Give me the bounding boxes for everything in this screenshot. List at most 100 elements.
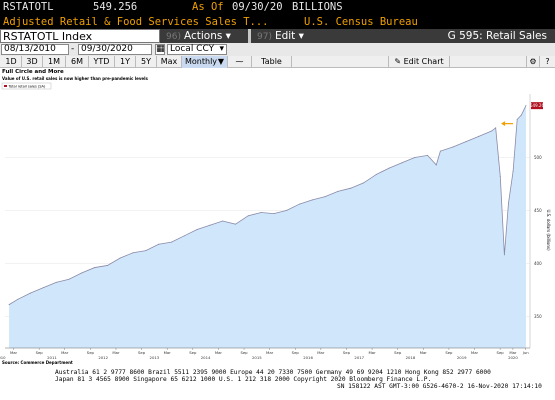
data-point bbox=[435, 164, 437, 166]
x-tick-label: Sep bbox=[240, 350, 248, 355]
settings-icon[interactable]: ⚙ bbox=[526, 56, 540, 68]
data-point bbox=[520, 114, 522, 116]
x-tick-label: Sep bbox=[394, 350, 402, 355]
data-point bbox=[350, 187, 352, 189]
edit-menu[interactable]: 97) Edit ▾ bbox=[251, 29, 311, 43]
data-point bbox=[209, 224, 211, 226]
x-tick-label: Sep bbox=[189, 350, 197, 355]
page-title: G 595: Retail Sales bbox=[311, 29, 555, 43]
range-max-button[interactable]: Max bbox=[157, 56, 182, 68]
pencil-icon: ✎ bbox=[394, 57, 402, 66]
range-3d-button[interactable]: 3D bbox=[22, 56, 43, 68]
range-1d-button[interactable]: 1D bbox=[1, 56, 22, 68]
x-tick-label: Sep bbox=[138, 350, 146, 355]
x-year-label: 2013 bbox=[150, 355, 160, 360]
source-note: Source: Commerce Department bbox=[2, 360, 73, 365]
range-1y-button[interactable]: 1Y bbox=[115, 56, 136, 68]
range-toolbar: 1D 3D 1M 6M YTD 1Y 5Y Max Monthly ▼ ⁓ Tab… bbox=[0, 56, 555, 68]
data-point bbox=[452, 146, 454, 148]
data-point bbox=[132, 252, 134, 254]
x-year-label: 2020 bbox=[508, 355, 518, 360]
data-point bbox=[81, 272, 83, 274]
x-tick-label: Sep bbox=[497, 350, 505, 355]
data-point bbox=[525, 105, 527, 107]
edit-chart-button[interactable]: ✎ Edit Chart bbox=[388, 56, 450, 68]
x-year-label: 2018 bbox=[406, 355, 416, 360]
x-year-label: 2017 bbox=[354, 355, 364, 360]
data-point bbox=[17, 298, 19, 300]
x-year-label: 2015 bbox=[252, 355, 262, 360]
x-tick-label: Jun bbox=[522, 350, 530, 355]
x-year-label: 2012 bbox=[98, 355, 108, 360]
data-point bbox=[375, 173, 377, 175]
data-point bbox=[158, 243, 160, 245]
data-point bbox=[299, 203, 301, 205]
chart-panel: Full Circle and More Value of U.S. retai… bbox=[0, 68, 555, 368]
x-year-label: 2014 bbox=[201, 355, 211, 360]
data-point bbox=[495, 127, 497, 129]
sales-area bbox=[9, 105, 526, 348]
blank-toolbar-space bbox=[292, 56, 392, 68]
currency-select[interactable]: Local CCY ▾ bbox=[167, 44, 227, 55]
start-date-field[interactable]: 08/13/2010 bbox=[1, 44, 69, 55]
x-tick-label: Sep bbox=[445, 350, 453, 355]
data-point bbox=[478, 135, 480, 137]
security-header-line: RSTATOTL 549.256 As Of 09/30/20 BILLIONS bbox=[0, 0, 555, 15]
data-point bbox=[106, 264, 108, 266]
x-tick-label: Mar bbox=[317, 350, 325, 355]
legend-swatch bbox=[4, 85, 7, 87]
data-point bbox=[222, 220, 224, 222]
range-ytd-button[interactable]: YTD bbox=[89, 56, 115, 68]
line-chart-icon[interactable]: ⁓ bbox=[228, 56, 252, 68]
table-button[interactable]: Table bbox=[252, 56, 292, 68]
x-tick-label: Sep bbox=[343, 350, 351, 355]
data-point bbox=[427, 154, 429, 156]
x-tick-label: Mar bbox=[420, 350, 428, 355]
y-tick-label: 400 bbox=[534, 261, 542, 266]
data-point bbox=[68, 278, 70, 280]
data-point bbox=[183, 235, 185, 237]
help-icon[interactable]: ? bbox=[540, 56, 555, 68]
data-point bbox=[507, 202, 509, 204]
data-source: U.S. Census Bureau bbox=[304, 16, 418, 28]
x-tick-label: Mar bbox=[368, 350, 376, 355]
security-description: Adjusted Retail & Food Services Sales T.… bbox=[3, 16, 269, 28]
description-line: Adjusted Retail & Food Services Sales T.… bbox=[0, 15, 555, 30]
legend-label: Total retail sales (SA) bbox=[8, 85, 46, 89]
data-point bbox=[491, 130, 493, 132]
data-point bbox=[94, 267, 96, 269]
data-point bbox=[286, 209, 288, 211]
x-tick-label: Sep bbox=[36, 350, 44, 355]
retail-sales-chart: Full Circle and More Value of U.S. retai… bbox=[0, 69, 551, 365]
data-point bbox=[55, 281, 57, 283]
chevron-down-icon: ▾ bbox=[225, 30, 231, 42]
x-tick-label: Sep bbox=[292, 350, 300, 355]
data-point bbox=[337, 190, 339, 192]
data-point bbox=[465, 141, 467, 143]
security-field[interactable]: RSTATOTL Index bbox=[0, 29, 160, 43]
chart-title: Full Circle and More bbox=[2, 69, 64, 75]
calendar-icon[interactable]: ▦ bbox=[155, 44, 165, 55]
x-year-label: 2016 bbox=[303, 355, 313, 360]
data-point bbox=[516, 118, 518, 120]
x-tick-label: Mar bbox=[112, 350, 120, 355]
range-5y-button[interactable]: 5Y bbox=[136, 56, 157, 68]
y-tick-label: 450 bbox=[534, 208, 542, 213]
actions-menu[interactable]: 96) Actions ▾ bbox=[160, 29, 248, 43]
x-tick-label: Mar bbox=[61, 350, 69, 355]
data-point bbox=[260, 212, 262, 214]
end-date-field[interactable]: 09/30/2020 bbox=[78, 44, 152, 55]
chevron-down-icon: ▾ bbox=[219, 44, 224, 54]
data-point bbox=[388, 167, 390, 169]
range-dash: - bbox=[71, 44, 75, 54]
ticker-code: RSTATOTL bbox=[3, 1, 54, 13]
range-1m-button[interactable]: 1M bbox=[43, 56, 66, 68]
x-tick-label: Sep bbox=[87, 350, 95, 355]
chevron-down-icon: ▾ bbox=[298, 30, 304, 42]
data-point bbox=[324, 196, 326, 198]
as-of-label: As Of bbox=[192, 1, 224, 13]
frequency-select[interactable]: Monthly ▼ bbox=[182, 56, 228, 68]
x-year-label: 2019 bbox=[457, 355, 467, 360]
data-point bbox=[414, 157, 416, 158]
range-6m-button[interactable]: 6M bbox=[66, 56, 89, 68]
